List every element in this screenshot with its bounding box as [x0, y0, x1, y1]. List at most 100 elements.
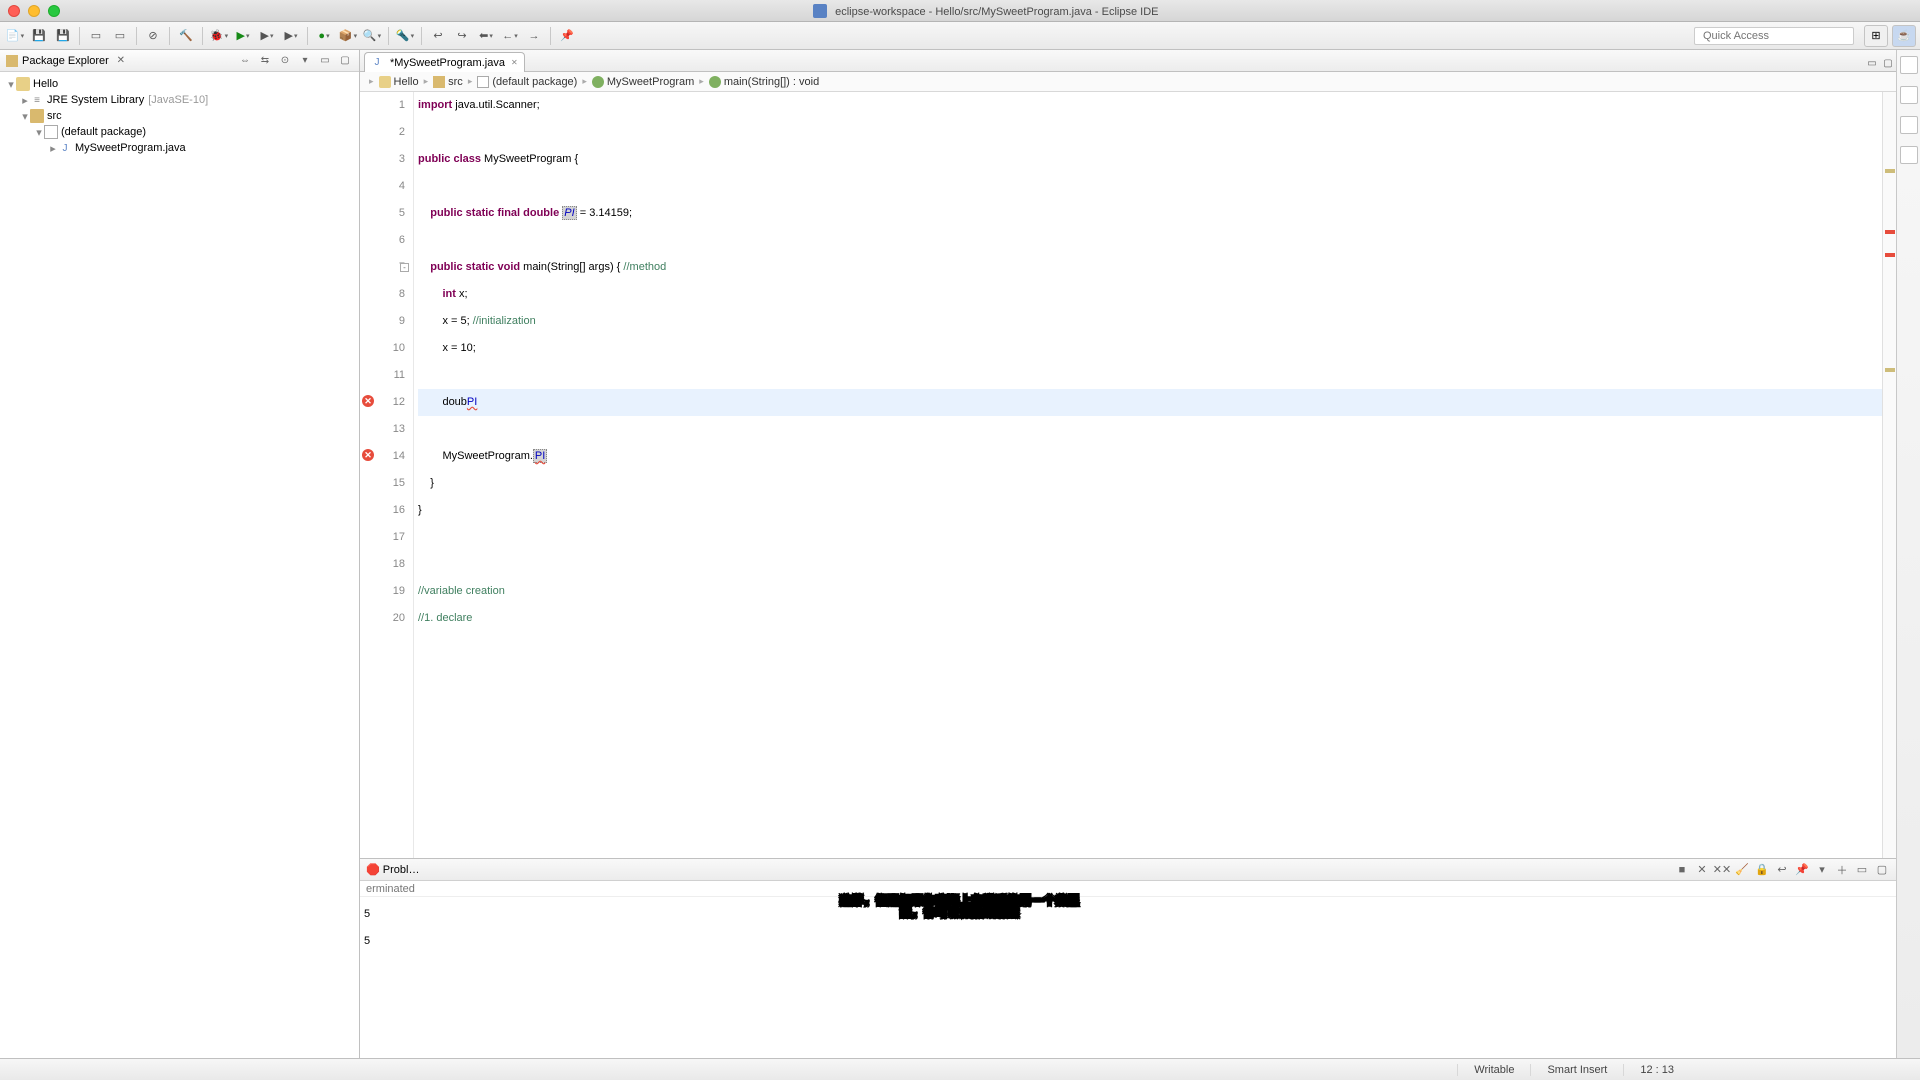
- new-button[interactable]: 📄: [4, 25, 26, 47]
- last-edit-button[interactable]: ⬅: [475, 25, 497, 47]
- clear-console-button[interactable]: 🧹: [1734, 862, 1750, 878]
- statusbar: Writable Smart Insert 12 : 13: [0, 1058, 1920, 1080]
- bc-method-icon: [709, 76, 721, 88]
- coverage-button[interactable]: ▶: [256, 25, 278, 47]
- project-tree[interactable]: ▾ Hello ▸≡ JRE System Library [JavaSE-10…: [0, 72, 359, 1058]
- open-console-button[interactable]: ＋: [1834, 862, 1850, 878]
- build-button[interactable]: 🔨: [175, 25, 197, 47]
- remove-launch-button[interactable]: ✕: [1694, 862, 1710, 878]
- package-explorer-header: Package Explorer ✕ ⇔ ⇆ ⊙ ▾ ▭ ▢: [0, 50, 359, 72]
- toggle-mark-occurrences-button[interactable]: ▭: [109, 25, 131, 47]
- new-package-button[interactable]: 📦: [337, 25, 359, 47]
- quick-access-input[interactable]: [1694, 27, 1854, 45]
- outline-view-button[interactable]: [1900, 56, 1918, 74]
- bc-project-icon: [379, 76, 391, 88]
- problems-tab[interactable]: 🛑 Probl…: [366, 863, 419, 876]
- bc-class-icon: [592, 76, 604, 88]
- pin-console-button[interactable]: 📌: [1794, 862, 1810, 878]
- code-content[interactable]: import java.util.Scanner; public class M…: [414, 92, 1882, 858]
- editor-tab-label: *MySweetProgram.java: [390, 57, 505, 69]
- skip-breakpoints-button[interactable]: ⊘: [142, 25, 164, 47]
- minimize-view-button[interactable]: ▭: [317, 53, 333, 69]
- debug-button[interactable]: 🐞: [208, 25, 230, 47]
- close-view-button[interactable]: ✕: [113, 53, 129, 69]
- line-gutter: 1 2 3 4 5 6 -7 8 9 10 11 ✕12 13 ✕14 15 1…: [360, 92, 414, 858]
- breadcrumb[interactable]: ▸ Hello ▸ src ▸ (default package) ▸ MySw…: [360, 72, 1896, 92]
- view-menu-button[interactable]: ▾: [297, 53, 313, 69]
- tree-project-label: Hello: [33, 78, 58, 90]
- collapse-all-button[interactable]: ⇔: [237, 53, 253, 69]
- min-console-button[interactable]: ▭: [1854, 862, 1870, 878]
- remove-all-button[interactable]: ✕✕: [1714, 862, 1730, 878]
- close-window-button[interactable]: [8, 5, 20, 17]
- line-num: 9: [360, 308, 405, 335]
- pin-editor-button[interactable]: 📌: [556, 25, 578, 47]
- minimize-window-button[interactable]: [28, 5, 40, 17]
- overview-ruler[interactable]: [1882, 92, 1896, 858]
- tree-package[interactable]: ▾ (default package): [0, 124, 359, 140]
- open-type-button[interactable]: 🔍: [361, 25, 383, 47]
- search-button[interactable]: 🔦: [394, 25, 416, 47]
- tree-src[interactable]: ▾ src: [0, 108, 359, 124]
- status-insert-mode: Smart Insert: [1530, 1064, 1623, 1076]
- line-num: 11: [360, 362, 405, 389]
- other-view-button[interactable]: [1900, 116, 1918, 134]
- display-console-button[interactable]: ▾: [1814, 862, 1830, 878]
- run-button[interactable]: ▶: [232, 25, 254, 47]
- next-annotation-button[interactable]: ↪: [451, 25, 473, 47]
- tree-file-label: MySweetProgram.java: [75, 142, 186, 154]
- terminate-button[interactable]: ■: [1674, 862, 1690, 878]
- focus-button[interactable]: ⊙: [277, 53, 293, 69]
- prev-annotation-button[interactable]: ↩: [427, 25, 449, 47]
- word-wrap-button[interactable]: ↩: [1774, 862, 1790, 878]
- package-explorer-icon: [6, 55, 18, 67]
- line-num: 6: [360, 227, 405, 254]
- save-all-button[interactable]: 💾: [52, 25, 74, 47]
- console-tabbar: 🛑 Probl… ■ ✕ ✕✕ 🧹 🔒 ↩ 📌 ▾ ＋ ▭ ▢: [360, 859, 1896, 881]
- editor-tab[interactable]: J *MySweetProgram.java ✕: [364, 52, 525, 72]
- tree-project[interactable]: ▾ Hello: [0, 76, 359, 92]
- tree-java-file[interactable]: ▸J MySweetProgram.java: [0, 140, 359, 156]
- run-last-button[interactable]: ▶: [280, 25, 302, 47]
- bc-method[interactable]: main(String[]) : void: [724, 76, 819, 88]
- minimize-editor-button[interactable]: ▭: [1864, 55, 1880, 71]
- fold-toggle[interactable]: -: [400, 263, 409, 272]
- close-tab-button[interactable]: ✕: [511, 58, 518, 67]
- line-num: 5: [360, 200, 405, 227]
- bc-project[interactable]: Hello: [394, 76, 419, 88]
- eclipse-icon: [813, 4, 827, 18]
- code-editor[interactable]: 1 2 3 4 5 6 -7 8 9 10 11 ✕12 13 ✕14 15 1…: [360, 92, 1896, 858]
- toggle-breadcrumb-button[interactable]: ▭: [85, 25, 107, 47]
- window-title-text: eclipse-workspace - Hello/src/MySweetPro…: [835, 6, 1158, 18]
- new-class-button[interactable]: ●: [313, 25, 335, 47]
- error-marker[interactable]: ✕: [362, 395, 374, 407]
- line-num: 19: [360, 578, 405, 605]
- java-perspective-button[interactable]: ☕: [1892, 25, 1916, 47]
- bc-src[interactable]: src: [448, 76, 463, 88]
- line-num: 13: [360, 416, 405, 443]
- other-view-button-2[interactable]: [1900, 146, 1918, 164]
- console-output[interactable]: 5 5: [360, 897, 1896, 1058]
- back-button[interactable]: ←: [499, 25, 521, 47]
- line-num: ✕14: [360, 443, 405, 470]
- bc-package-icon: [477, 76, 489, 88]
- max-console-button[interactable]: ▢: [1874, 862, 1890, 878]
- bc-folder-icon: [433, 76, 445, 88]
- status-writable: Writable: [1457, 1064, 1530, 1076]
- maximize-view-button[interactable]: ▢: [337, 53, 353, 69]
- tree-jre[interactable]: ▸≡ JRE System Library [JavaSE-10]: [0, 92, 359, 108]
- scroll-lock-button[interactable]: 🔒: [1754, 862, 1770, 878]
- workbench: Package Explorer ✕ ⇔ ⇆ ⊙ ▾ ▭ ▢ ▾ Hello ▸…: [0, 50, 1920, 1058]
- task-list-button[interactable]: [1900, 86, 1918, 104]
- link-editor-button[interactable]: ⇆: [257, 53, 273, 69]
- bc-class[interactable]: MySweetProgram: [607, 76, 694, 88]
- open-perspective-button[interactable]: ⊞: [1864, 25, 1888, 47]
- line-num: 4: [360, 173, 405, 200]
- maximize-window-button[interactable]: [48, 5, 60, 17]
- line-num: 3: [360, 146, 405, 173]
- bc-package[interactable]: (default package): [492, 76, 577, 88]
- forward-button[interactable]: →: [523, 25, 545, 47]
- save-button[interactable]: 💾: [28, 25, 50, 47]
- maximize-editor-button[interactable]: ▢: [1880, 55, 1896, 71]
- error-marker[interactable]: ✕: [362, 449, 374, 461]
